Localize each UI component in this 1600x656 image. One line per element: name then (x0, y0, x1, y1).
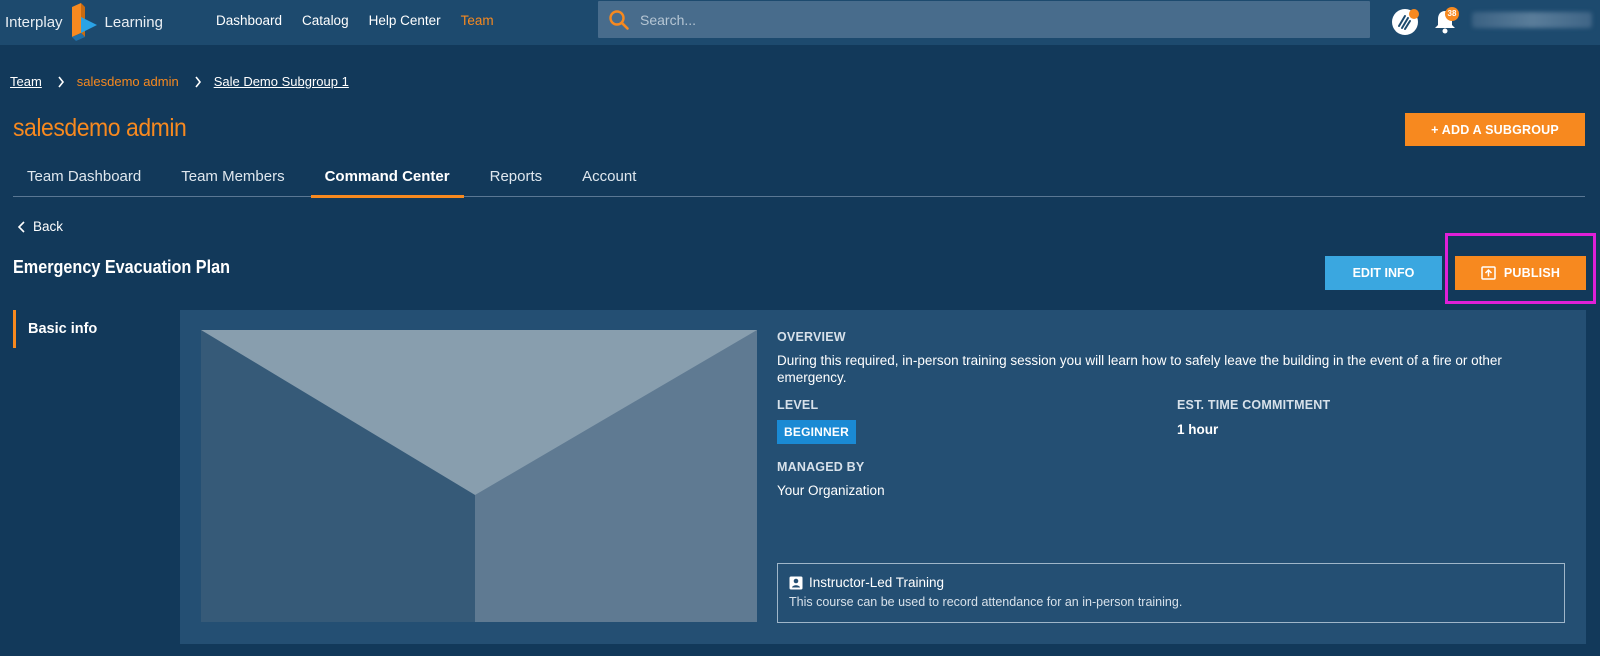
course-title: Emergency Evacuation Plan (13, 257, 230, 277)
managed-by-label: MANAGED BY (777, 460, 865, 474)
back-link[interactable]: Back (17, 219, 63, 234)
publish-label: PUBLISH (1503, 266, 1561, 280)
back-label: Back (33, 219, 64, 234)
chevron-right-icon (58, 76, 64, 87)
tab-command-center[interactable]: Command Center (310, 158, 464, 198)
brand-word-left: Interplay (5, 14, 63, 31)
managed-by-value: Your Organization (777, 483, 885, 498)
ilt-title: Instructor-Led Training (809, 575, 945, 590)
page-title: salesdemo admin (13, 114, 187, 142)
side-nav-basic-info[interactable]: Basic info (13, 310, 163, 348)
publish-button[interactable]: PUBLISH (1455, 256, 1586, 290)
instructor-led-training-notice: Instructor-Led Training This course can … (777, 563, 1565, 623)
ilt-description: This course can be used to record attend… (789, 595, 1183, 609)
top-nav-bar: Interplay Learning Dashboard Catalog Hel… (0, 0, 1600, 45)
level-badge: BEGINNER (777, 420, 856, 444)
main-nav: Dashboard Catalog Help Center Team (216, 0, 494, 40)
hand-wave-icon[interactable] (1390, 6, 1420, 36)
time-commitment-value: 1 hour (1177, 422, 1219, 437)
breadcrumb-team[interactable]: Team (10, 74, 42, 89)
brand-logo-icon (71, 2, 97, 41)
breadcrumb-subgroup[interactable]: Sale Demo Subgroup 1 (214, 74, 349, 89)
overview-text: During this required, in-person training… (777, 353, 1502, 385)
course-details: OVERVIEW During this required, in-person… (777, 330, 1567, 498)
chevron-left-icon (17, 220, 25, 233)
image-placeholder (201, 330, 757, 622)
tab-account[interactable]: Account (568, 158, 650, 197)
brand-word-right: Learning (104, 14, 163, 31)
nav-dashboard[interactable]: Dashboard (216, 13, 282, 28)
time-commitment-label: EST. TIME COMMITMENT (1177, 398, 1331, 412)
brand-logo[interactable]: Interplay Learning (5, 0, 163, 45)
chevron-right-icon (195, 76, 201, 87)
breadcrumb: Team salesdemo admin Sale Demo Subgroup … (10, 74, 349, 89)
id-badge-icon (789, 576, 803, 589)
nav-help-center[interactable]: Help Center (369, 13, 441, 28)
user-menu-blurred[interactable] (1472, 12, 1592, 28)
search-input[interactable] (640, 11, 1340, 28)
tab-team-dashboard[interactable]: Team Dashboard (13, 158, 155, 197)
nav-catalog[interactable]: Catalog (302, 13, 349, 28)
overview-label: OVERVIEW (777, 330, 846, 344)
add-subgroup-button[interactable]: + ADD A SUBGROUP (1405, 113, 1585, 146)
breadcrumb-salesdemo-admin[interactable]: salesdemo admin (77, 74, 179, 89)
tab-team-members[interactable]: Team Members (167, 158, 298, 197)
notification-badge: 38 (1445, 7, 1459, 21)
course-info-panel: OVERVIEW During this required, in-person… (180, 310, 1586, 644)
upload-icon (1481, 266, 1496, 280)
level-label: LEVEL (777, 398, 819, 412)
search-icon (609, 9, 629, 30)
search-bar[interactable] (598, 1, 1370, 38)
tab-reports[interactable]: Reports (476, 158, 557, 197)
team-tabs: Team Dashboard Team Members Command Cent… (13, 158, 1585, 198)
edit-info-button[interactable]: EDIT INFO (1325, 256, 1442, 290)
nav-team[interactable]: Team (461, 13, 494, 28)
level-time-row: LEVEL BEGINNER EST. TIME COMMITMENT 1 ho… (777, 398, 1567, 458)
